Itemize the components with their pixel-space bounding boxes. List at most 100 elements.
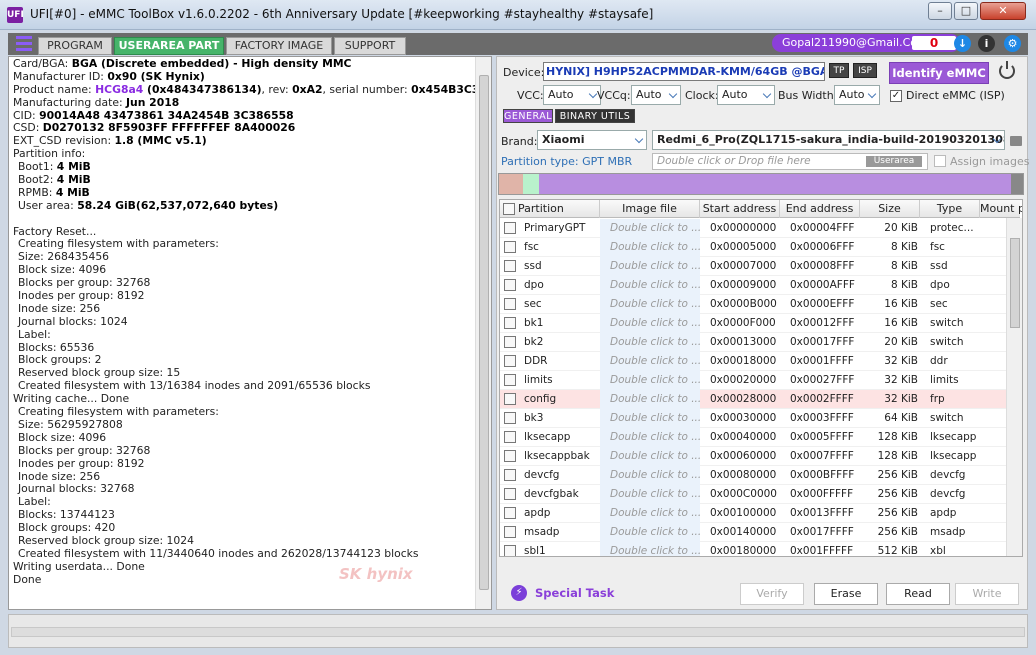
brand-select[interactable]: Xiaomi — [537, 130, 647, 150]
row-checkbox[interactable] — [504, 222, 516, 234]
row-checkbox[interactable] — [504, 336, 516, 348]
table-row[interactable]: lksecappbak Double click to ... 0x00060000… — [500, 447, 1008, 466]
table-row[interactable]: devcfg Double click to ... 0x00080000 0x000… — [500, 466, 1008, 485]
image-file-cell[interactable]: Double click to ... — [600, 238, 700, 257]
lightning-icon[interactable]: ⚡ — [511, 585, 527, 601]
info-icon[interactable]: i — [978, 35, 995, 52]
row-checkbox[interactable] — [504, 298, 516, 310]
image-file-cell[interactable]: Double click to ... — [600, 542, 700, 556]
image-file-cell[interactable]: Double click to ... — [600, 504, 700, 523]
table-row[interactable]: sbl1 Double click to ... 0x00180000 0x001FF… — [500, 542, 1008, 556]
image-file-cell[interactable]: Double click to ... — [600, 447, 700, 466]
column-partition[interactable]: Partition — [500, 200, 600, 218]
tp-chip[interactable]: TP — [829, 63, 849, 78]
image-file-cell[interactable]: Double click to ... — [600, 295, 700, 314]
table-row[interactable]: limits Double click to ... 0x00020000 0x000… — [500, 371, 1008, 390]
tab-userarea-part[interactable]: USERAREA PART — [114, 37, 224, 55]
image-file-cell[interactable]: Double click to ... — [600, 409, 700, 428]
image-file-cell[interactable]: Double click to ... — [600, 371, 700, 390]
table-scroll-thumb[interactable] — [1010, 238, 1020, 328]
table-row[interactable]: bk3 Double click to ... 0x00030000 0x0003FF… — [500, 409, 1008, 428]
table-row[interactable]: bk2 Double click to ... 0x00013000 0x00017F… — [500, 333, 1008, 352]
table-row[interactable]: dpo Double click to ... 0x00009000 0x0000AF… — [500, 276, 1008, 295]
device-field[interactable]: HYNIX] H9HP52ACPMMDAR-KMM/64GB @BGA254 — [543, 62, 825, 81]
row-checkbox[interactable] — [504, 393, 516, 405]
isp-chip[interactable]: ISP — [853, 63, 877, 78]
row-checkbox[interactable] — [504, 431, 516, 443]
table-row[interactable]: fsc Double click to ... 0x00005000 0x00006F… — [500, 238, 1008, 257]
log-scrollbar[interactable] — [475, 57, 491, 609]
maximize-button[interactable]: □ — [954, 2, 978, 20]
tab-support[interactable]: SUPPORT — [334, 37, 406, 55]
vcc-select[interactable]: Auto — [543, 85, 601, 105]
column-image-file[interactable]: Image file — [600, 200, 700, 218]
hamburger-menu-icon[interactable] — [16, 36, 32, 51]
select-all-checkbox[interactable] — [503, 203, 515, 215]
table-row[interactable]: apdp Double click to ... 0x00100000 0x0013F… — [500, 504, 1008, 523]
column-type[interactable]: Type — [920, 200, 980, 218]
image-file-cell[interactable]: Double click to ... — [600, 352, 700, 371]
image-file-cell[interactable]: Double click to ... — [600, 257, 700, 276]
column-size[interactable]: Size — [860, 200, 920, 218]
row-checkbox[interactable] — [504, 279, 516, 291]
row-checkbox[interactable] — [504, 469, 516, 481]
table-row[interactable]: DDR Double click to ... 0x00018000 0x0001FF… — [500, 352, 1008, 371]
image-file-cell[interactable]: Double click to ... — [600, 390, 700, 409]
assign-images-checkbox[interactable] — [934, 155, 946, 167]
erase-button[interactable]: Erase — [814, 583, 878, 605]
table-row[interactable]: lksecapp Double click to ... 0x00040000 0x0… — [500, 428, 1008, 447]
bus-width-select[interactable]: Auto — [834, 85, 880, 105]
verify-button[interactable]: Verify — [740, 583, 804, 605]
close-button[interactable]: ✕ — [980, 2, 1026, 20]
account-badge[interactable]: Gopal211990@Gmail.Com 0 — [772, 34, 960, 52]
image-file-cell[interactable]: Double click to ... — [600, 485, 700, 504]
image-file-cell[interactable]: Double click to ... — [600, 333, 700, 352]
table-row[interactable]: bk1 Double click to ... 0x0000F000 0x00012F… — [500, 314, 1008, 333]
image-file-cell[interactable]: Double click to ... — [600, 523, 700, 542]
minimize-button[interactable]: – — [928, 2, 952, 20]
image-file-cell[interactable]: Double click to ... — [600, 219, 700, 238]
image-file-cell[interactable]: Double click to ... — [600, 276, 700, 295]
row-checkbox[interactable] — [504, 545, 516, 556]
image-file-cell[interactable]: Double click to ... — [600, 466, 700, 485]
row-checkbox[interactable] — [504, 450, 516, 462]
row-checkbox[interactable] — [504, 241, 516, 253]
column-mount-point[interactable]: Mount p — [980, 200, 1022, 218]
log-scroll-thumb[interactable] — [479, 75, 489, 590]
column-start-address[interactable]: Start address — [700, 200, 780, 218]
image-file-cell[interactable]: Double click to ... — [600, 428, 700, 447]
row-checkbox[interactable] — [504, 526, 516, 538]
subtab-general[interactable]: GENERAL — [503, 109, 553, 123]
download-icon[interactable]: ↓ — [954, 35, 971, 52]
row-checkbox[interactable] — [504, 488, 516, 500]
column-end-address[interactable]: End address — [780, 200, 860, 218]
table-row[interactable]: sec Double click to ... 0x0000B000 0x0000EF… — [500, 295, 1008, 314]
special-task-link[interactable]: Special Task — [535, 586, 614, 600]
row-checkbox[interactable] — [504, 374, 516, 386]
row-checkbox[interactable] — [504, 317, 516, 329]
clock-select[interactable]: Auto — [717, 85, 775, 105]
table-scrollbar[interactable] — [1006, 218, 1022, 556]
tab-factory-image[interactable]: FACTORY IMAGE — [226, 37, 332, 55]
gear-icon[interactable]: ⚙ — [1004, 35, 1021, 52]
table-row[interactable]: msadp Double click to ... 0x00140000 0x0017… — [500, 523, 1008, 542]
direct-emmc-checkbox[interactable]: ✓ — [890, 90, 902, 102]
table-row[interactable]: devcfgbak Double click to ... 0x000C0000 0x… — [500, 485, 1008, 504]
vccq-select[interactable]: Auto — [631, 85, 681, 105]
power-icon[interactable] — [999, 61, 1015, 79]
table-row[interactable]: ssd Double click to ... 0x00007000 0x00008F… — [500, 257, 1008, 276]
subtab-binary-utils[interactable]: BINARY UTILS — [555, 109, 635, 123]
row-checkbox[interactable] — [504, 260, 516, 272]
table-row[interactable]: PrimaryGPT Double click to ... 0x00000000 0… — [500, 219, 1008, 238]
folder-icon[interactable] — [1010, 136, 1022, 146]
image-file-cell[interactable]: Double click to ... — [600, 314, 700, 333]
row-checkbox[interactable] — [504, 355, 516, 367]
identify-emmc-button[interactable]: Identify eMMC — [889, 62, 989, 84]
row-checkbox[interactable] — [504, 412, 516, 424]
tab-program[interactable]: PROGRAM — [38, 37, 112, 55]
table-row[interactable]: config Double click to ... 0x00028000 0x000… — [500, 390, 1008, 409]
read-button[interactable]: Read — [886, 583, 950, 605]
row-checkbox[interactable] — [504, 507, 516, 519]
write-button[interactable]: Write — [955, 583, 1019, 605]
model-select[interactable]: Redmi_6_Pro(ZQL1715-sakura_india-build-2… — [652, 130, 1005, 150]
